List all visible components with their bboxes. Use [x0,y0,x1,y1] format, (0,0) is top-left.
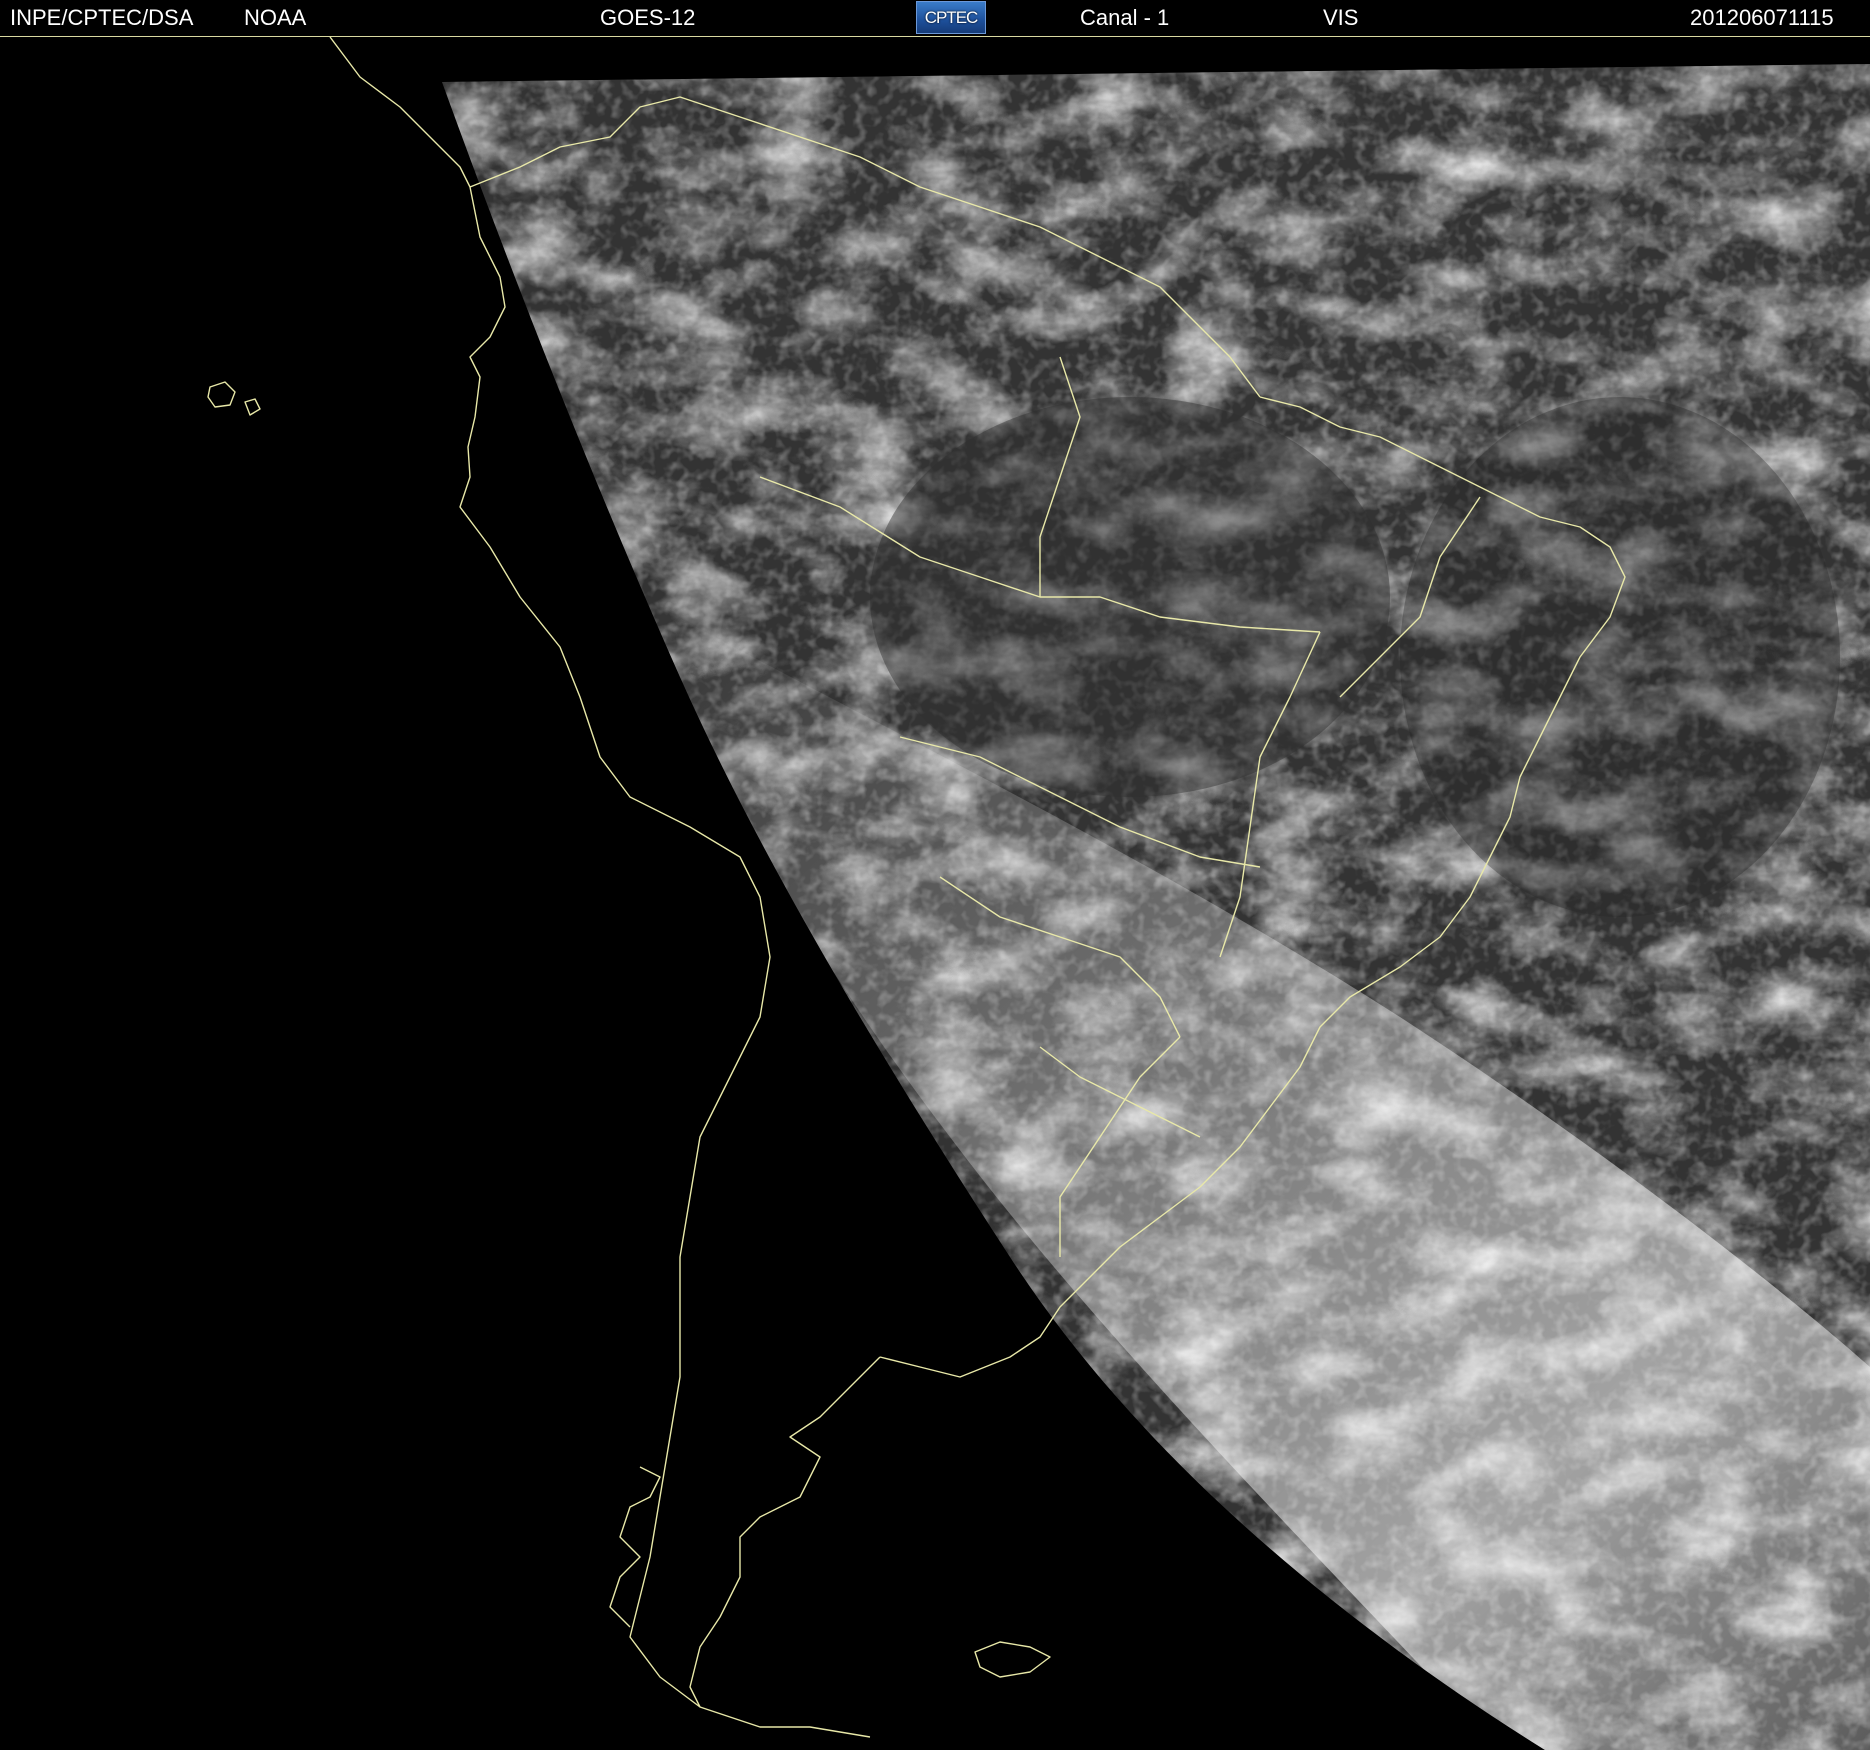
cptec-logo: CPTEC [916,1,986,34]
channel-label: Canal - 1 [1080,5,1170,30]
timestamp-label: 201206071115 [1690,5,1834,30]
satellite-svg [0,37,1870,1750]
band-label: VIS [1323,5,1359,30]
satellite-image [0,37,1870,1750]
agency-label: NOAA [244,5,307,30]
image-header-bar: INPE/CPTEC/DSA NOAA GOES-12 CPTEC Canal … [0,0,1870,37]
satellite-label: GOES-12 [600,5,696,30]
institution-label: INPE/CPTEC/DSA [10,5,194,30]
logo-text: CPTEC [924,8,979,27]
